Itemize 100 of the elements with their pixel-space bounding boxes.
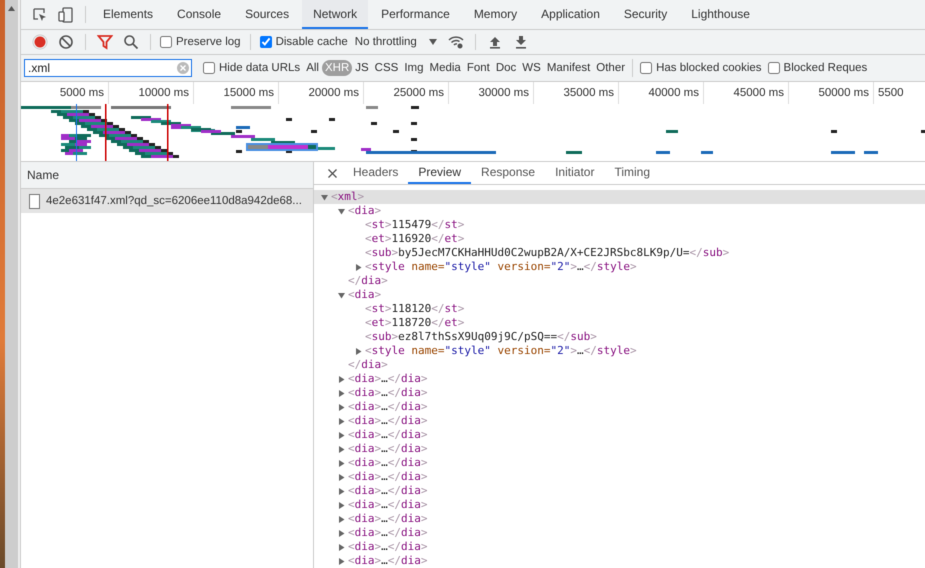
collapsed-triangle-icon[interactable] bbox=[338, 418, 345, 424]
xml-tree-row[interactable]: <dia>…</dia> bbox=[314, 400, 925, 414]
xml-line: <dia>…</dia> bbox=[348, 372, 428, 386]
clear-icon[interactable] bbox=[58, 34, 74, 50]
xml-tree-row[interactable]: <xml> bbox=[314, 190, 925, 204]
xml-tree-row[interactable]: <style name="style" version="2">…</style> bbox=[314, 344, 925, 358]
collapsed-triangle-icon[interactable] bbox=[355, 264, 362, 270]
xml-tree-row[interactable]: </dia> bbox=[314, 274, 925, 288]
xml-tree-row[interactable]: <dia>…</dia> bbox=[314, 414, 925, 428]
filter-type-button[interactable]: Font bbox=[464, 60, 493, 76]
xml-tree-row[interactable]: <dia>…</dia> bbox=[314, 456, 925, 470]
scrollbar[interactable] bbox=[5, 0, 18, 568]
xml-tree-row[interactable]: <st>115479</st> bbox=[314, 218, 925, 232]
xml-line: <sub>by5JecM7CKHaHHUd0C2wupB2A/X+CE2JRSbc8LK9p/U=</sub> bbox=[365, 246, 730, 260]
time-tick-label: 15000 ms bbox=[194, 82, 279, 104]
filter-field[interactable]: .xml bbox=[24, 59, 192, 77]
panel-tab[interactable]: Security bbox=[612, 0, 678, 29]
filter-type-button[interactable]: Img bbox=[401, 60, 426, 76]
record-button[interactable] bbox=[32, 34, 48, 50]
xml-tree-row[interactable]: <st>118120</st> bbox=[314, 302, 925, 316]
xml-line: </dia> bbox=[348, 358, 388, 372]
xml-tree-row[interactable]: <dia>…</dia> bbox=[314, 470, 925, 484]
time-tick-label: 25000 ms bbox=[364, 82, 449, 104]
filter-type-button[interactable]: All bbox=[303, 60, 322, 76]
inspect-icon[interactable] bbox=[32, 6, 48, 22]
xml-tree-row[interactable]: <et>118720</et> bbox=[314, 316, 925, 330]
xml-tree-row[interactable]: <dia> bbox=[314, 288, 925, 302]
expanded-triangle-icon[interactable] bbox=[338, 208, 345, 214]
panel-tab[interactable]: Memory bbox=[462, 0, 528, 29]
collapsed-triangle-icon[interactable] bbox=[338, 474, 345, 480]
xml-line: <dia>…</dia> bbox=[348, 400, 428, 414]
collapsed-triangle-icon[interactable] bbox=[338, 516, 345, 522]
xml-line: </dia> bbox=[348, 274, 388, 288]
collapsed-triangle-icon[interactable] bbox=[338, 460, 345, 466]
filter-type-button[interactable]: Media bbox=[426, 60, 464, 76]
detail-tab[interactable]: Initiator bbox=[545, 162, 604, 184]
device-toolbar-icon[interactable] bbox=[58, 6, 74, 22]
xml-tree-row[interactable]: <dia> bbox=[314, 204, 925, 218]
request-row[interactable]: 4e2e631f47.xml?qd_sc=6206ee110d8a942de68... bbox=[21, 189, 313, 213]
collapsed-triangle-icon[interactable] bbox=[338, 502, 345, 508]
filter-type-button[interactable]: WS bbox=[519, 60, 544, 76]
search-icon[interactable] bbox=[123, 34, 139, 50]
filter-type-button[interactable]: CSS bbox=[372, 60, 402, 76]
filter-type-button[interactable]: Doc bbox=[492, 60, 520, 76]
xml-tree-row[interactable]: <style name="style" version="2">…</style> bbox=[314, 260, 925, 274]
collapsed-triangle-icon[interactable] bbox=[338, 390, 345, 396]
xml-tree-row[interactable]: <dia>…</dia> bbox=[314, 540, 925, 554]
panel-tab[interactable]: Application bbox=[530, 0, 611, 29]
xml-line: <dia>…</dia> bbox=[348, 512, 428, 526]
xml-tree-row[interactable]: <sub>ez8l7thSsX9Uq09j9C/pSQ==</sub> bbox=[314, 330, 925, 344]
xml-tree-row[interactable]: <sub>by5JecM7CKHaHHUd0C2wupB2A/X+CE2JRSbc8LK9p/U=</sub> bbox=[314, 246, 925, 260]
detail-tab[interactable]: Headers bbox=[343, 162, 408, 184]
xml-tree-row[interactable]: <dia>…</dia> bbox=[314, 554, 925, 568]
wifi-settings-icon[interactable] bbox=[448, 34, 464, 50]
column-header[interactable]: Name bbox=[21, 162, 313, 189]
xml-tree-row[interactable]: <dia>…</dia> bbox=[314, 498, 925, 512]
time-tick-label: 5000 ms bbox=[21, 82, 109, 104]
collapsed-triangle-icon[interactable] bbox=[338, 404, 345, 410]
panel-tab[interactable]: Elements bbox=[92, 0, 164, 29]
xml-tree-row[interactable]: <dia>…</dia> bbox=[314, 526, 925, 540]
collapsed-triangle-icon[interactable] bbox=[338, 488, 345, 494]
checkbox[interactable] bbox=[768, 62, 780, 74]
collapsed-triangle-icon[interactable] bbox=[338, 558, 345, 564]
filter-type-button[interactable]: Manifest bbox=[544, 60, 594, 76]
xml-tree-row[interactable]: <dia>…</dia> bbox=[314, 442, 925, 456]
xml-tree-row[interactable]: <et>116920</et> bbox=[314, 232, 925, 246]
panel-tab[interactable]: Performance bbox=[370, 0, 461, 29]
xml-tree-row[interactable]: <dia>…</dia> bbox=[314, 372, 925, 386]
xml-tree-row[interactable]: </dia> bbox=[314, 358, 925, 372]
collapsed-triangle-icon[interactable] bbox=[338, 432, 345, 438]
xml-line: <dia>…</dia> bbox=[348, 470, 428, 484]
time-tick-label: 5500 bbox=[877, 86, 905, 101]
filter-icon[interactable] bbox=[97, 34, 113, 50]
collapsed-triangle-icon[interactable] bbox=[355, 348, 362, 354]
checkbox[interactable] bbox=[260, 36, 272, 48]
collapsed-triangle-icon[interactable] bbox=[338, 530, 345, 536]
collapsed-triangle-icon[interactable] bbox=[338, 446, 345, 452]
detail-tab[interactable]: Response bbox=[471, 162, 546, 184]
xml-line: <dia>…</dia> bbox=[348, 498, 428, 512]
checkbox[interactable] bbox=[160, 36, 172, 48]
panel-tab[interactable]: Lighthouse bbox=[680, 0, 761, 29]
checkbox[interactable] bbox=[203, 62, 215, 74]
detail-tab[interactable]: Preview bbox=[408, 162, 472, 184]
panel-tab[interactable]: Network bbox=[302, 0, 368, 29]
detail-tab[interactable]: Timing bbox=[604, 162, 660, 184]
xml-tree-row[interactable]: <dia>…</dia> bbox=[314, 512, 925, 526]
xml-tree-row[interactable]: <dia>…</dia> bbox=[314, 428, 925, 442]
filter-type-button[interactable]: JS bbox=[352, 60, 372, 76]
xml-tree-row[interactable]: <dia>…</dia> bbox=[314, 386, 925, 400]
filter-type-button[interactable]: Other bbox=[593, 60, 628, 76]
xml-tree-row[interactable]: <dia>…</dia> bbox=[314, 484, 925, 498]
panel-tab[interactable]: Sources bbox=[234, 0, 300, 29]
collapsed-triangle-icon[interactable] bbox=[338, 544, 345, 550]
xml-line: <style name="style" version="2">…</style> bbox=[365, 260, 637, 274]
expanded-triangle-icon[interactable] bbox=[321, 194, 328, 200]
expanded-triangle-icon[interactable] bbox=[338, 292, 345, 298]
collapsed-triangle-icon[interactable] bbox=[338, 376, 345, 382]
throttling-dropdown[interactable]: No throttling bbox=[354, 36, 437, 48]
panel-tab[interactable]: Console bbox=[166, 0, 232, 29]
checkbox[interactable] bbox=[640, 62, 652, 74]
